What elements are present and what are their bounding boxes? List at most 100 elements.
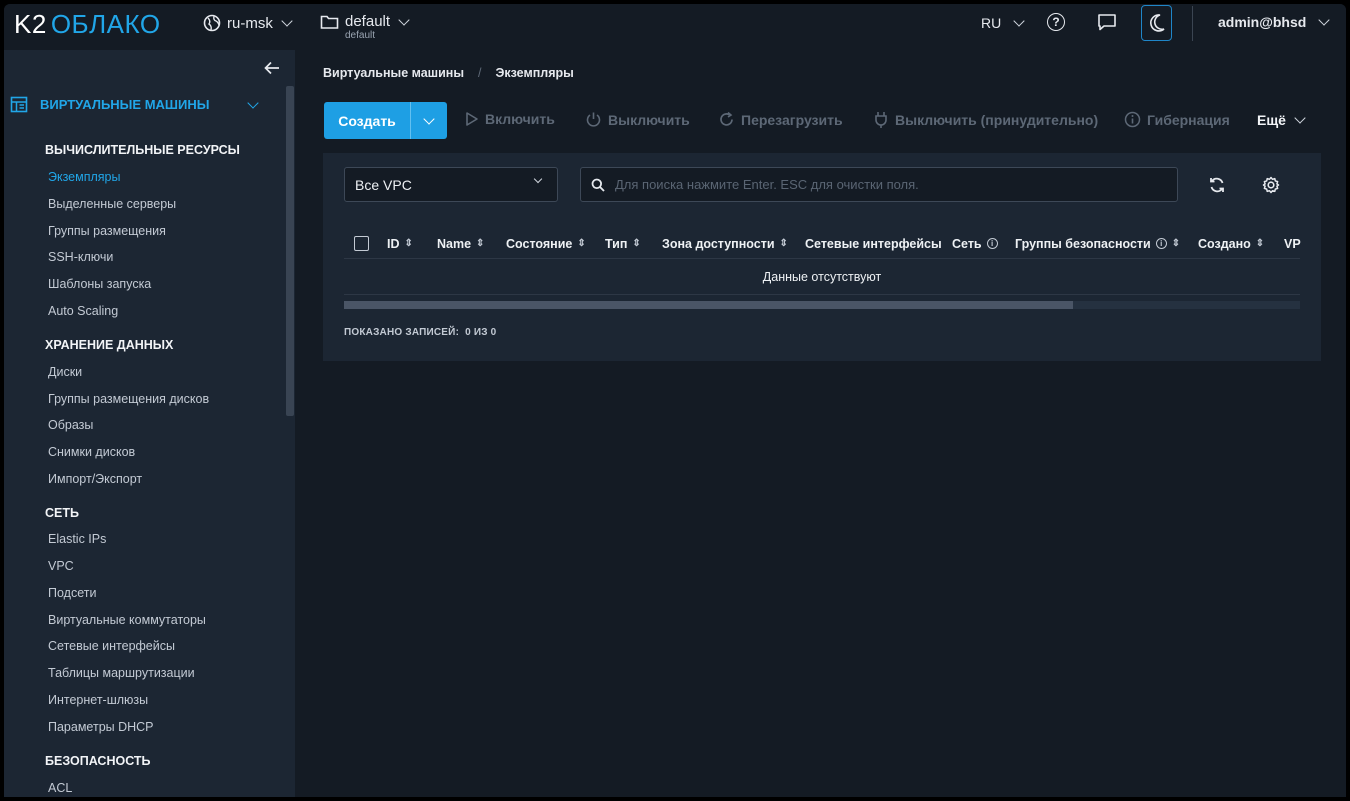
chevron-down-icon <box>281 15 293 27</box>
column-state[interactable]: Состояние ⇕ <box>506 237 586 251</box>
search-box[interactable] <box>580 167 1178 202</box>
column-vpc[interactable]: VP <box>1284 237 1301 251</box>
sort-icon: ⇕ <box>632 238 641 249</box>
sidebar-item-ssh-keys[interactable]: SSH-ключи <box>48 250 113 264</box>
region-selector[interactable]: ru-msk <box>203 14 293 32</box>
scrollbar-thumb[interactable] <box>344 301 1073 309</box>
column-id[interactable]: ID ⇕ <box>387 237 413 251</box>
search-icon <box>591 178 605 192</box>
sidebar-item-disk-placement-groups[interactable]: Группы размещения дисков <box>48 392 209 406</box>
create-dropdown-button[interactable] <box>411 112 447 125</box>
column-network-interfaces[interactable]: Сетевые интерфейсы <box>805 237 942 251</box>
help-button[interactable]: ? <box>1047 13 1065 31</box>
column-security-groups[interactable]: Группы безопасности i ⇕ <box>1015 237 1180 251</box>
chevron-down-icon <box>1294 112 1306 124</box>
column-type-label: Тип <box>605 236 628 251</box>
sidebar-item-launch-templates[interactable]: Шаблоны запуска <box>48 277 151 291</box>
sidebar-item-snapshots[interactable]: Снимки дисков <box>48 445 135 459</box>
sidebar-item-network-interfaces[interactable]: Сетевые интерфейсы <box>48 639 175 653</box>
column-zone[interactable]: Зона доступности ⇕ <box>662 237 788 251</box>
start-button-label: Включить <box>485 111 555 127</box>
theme-toggle-button[interactable] <box>1141 5 1172 41</box>
column-name[interactable]: Name ⇕ <box>437 237 484 251</box>
search-input[interactable] <box>615 177 1175 192</box>
sidebar-item-dhcp-options[interactable]: Параметры DHCP <box>48 720 154 734</box>
info-icon[interactable]: i <box>986 238 998 249</box>
create-button[interactable]: Создать <box>324 102 447 139</box>
breadcrumb-separator: / <box>478 66 482 80</box>
column-created-label: Создано <box>1198 236 1251 251</box>
column-type[interactable]: Тип ⇕ <box>605 237 641 251</box>
stop-button[interactable]: Выключить <box>585 111 690 128</box>
hibernate-button[interactable]: Гибернация <box>1124 111 1230 128</box>
records-count-value: 0 ИЗ 0 <box>465 327 497 338</box>
refresh-icon[interactable] <box>1207 175 1227 195</box>
select-all-checkbox[interactable] <box>354 236 369 251</box>
sidebar-item-vpc[interactable]: VPC <box>48 559 74 573</box>
info-icon[interactable]: i <box>1155 238 1167 249</box>
sidebar-section-title: ВИРТУАЛЬНЫЕ МАШИНЫ <box>40 97 210 112</box>
chat-button[interactable] <box>1097 13 1117 32</box>
column-security-groups-label: Группы безопасности <box>1015 236 1151 251</box>
sidebar-section-vm[interactable]: ВИРТУАЛЬНЫЕ МАШИНЫ <box>10 96 260 113</box>
project-label: default <box>345 13 391 30</box>
breadcrumb: Виртуальные машины / Экземпляры <box>323 66 574 80</box>
project-sublabel: default <box>345 30 376 41</box>
restart-button-label: Перезагрузить <box>741 111 843 128</box>
sidebar-item-import-export[interactable]: Импорт/Экспорт <box>48 472 142 486</box>
moon-icon <box>1149 14 1165 32</box>
sidebar-item-instances[interactable]: Экземпляры <box>48 170 121 184</box>
language-selector[interactable]: RU <box>981 15 1025 31</box>
breadcrumb-parent[interactable]: Виртуальные машины <box>323 66 464 80</box>
chevron-down-icon <box>247 96 260 109</box>
collapse-sidebar-icon[interactable] <box>263 60 281 76</box>
more-actions-button[interactable]: Ещё <box>1257 112 1306 128</box>
force-stop-button[interactable]: Выключить (принудительно) <box>873 111 1098 129</box>
column-name-label: Name <box>437 236 472 251</box>
settings-icon[interactable] <box>1261 175 1281 195</box>
sidebar: ВИРТУАЛЬНЫЕ МАШИНЫ ВЫЧИСЛИТЕЛЬНЫЕ РЕСУРС… <box>4 50 295 797</box>
start-button[interactable]: Включить <box>465 111 555 127</box>
restart-icon <box>720 111 733 126</box>
project-selector[interactable]: default <box>320 13 410 30</box>
sidebar-item-elastic-ips[interactable]: Elastic IPs <box>48 532 106 546</box>
column-network-interfaces-label: Сетевые интерфейсы <box>805 236 942 251</box>
records-count-label: ПОКАЗАНО ЗАПИСЕЙ: <box>344 327 460 338</box>
sidebar-item-acl[interactable]: ACL <box>48 781 72 795</box>
sidebar-item-placement-groups[interactable]: Группы размещения <box>48 224 166 238</box>
column-created[interactable]: Создано ⇕ <box>1198 237 1264 251</box>
plug-icon <box>875 112 887 128</box>
restart-button[interactable]: Перезагрузить <box>718 111 843 128</box>
user-menu[interactable]: admin@bhsd <box>1218 14 1330 30</box>
header-divider <box>1192 6 1193 41</box>
chevron-down-icon <box>1013 15 1025 27</box>
column-network[interactable]: Сеть i <box>952 237 998 251</box>
sort-icon: ⇕ <box>779 238 788 249</box>
sidebar-item-internet-gateways[interactable]: Интернет-шлюзы <box>48 693 148 707</box>
empty-state: Данные отсутствуют <box>344 260 1300 295</box>
logo[interactable]: K2 ОБЛАКО <box>14 9 161 40</box>
sidebar-group-compute: ВЫЧИСЛИТЕЛЬНЫЕ РЕСУРСЫ <box>45 143 240 157</box>
play-icon <box>466 112 478 126</box>
sidebar-item-virtual-switches[interactable]: Виртуальные коммутаторы <box>48 613 206 627</box>
sort-icon: ⇕ <box>1171 238 1181 249</box>
sidebar-item-auto-scaling[interactable]: Auto Scaling <box>48 304 118 318</box>
sidebar-scrollbar[interactable] <box>286 86 294 416</box>
records-count: ПОКАЗАНО ЗАПИСЕЙ: 0 ИЗ 0 <box>344 327 496 338</box>
sidebar-item-images[interactable]: Образы <box>48 418 93 432</box>
sidebar-item-dedicated-servers[interactable]: Выделенные серверы <box>48 197 176 211</box>
chat-icon <box>1098 14 1116 31</box>
table-header: ID ⇕ Name ⇕ Состояние ⇕ Тип ⇕ Зона доступнос… <box>344 229 1301 259</box>
table-horizontal-scrollbar[interactable] <box>344 301 1300 309</box>
force-stop-button-label: Выключить (принудительно) <box>895 112 1099 128</box>
sidebar-group-storage: ХРАНЕНИЕ ДАННЫХ <box>45 338 174 352</box>
folder-icon <box>320 15 339 29</box>
breadcrumb-current: Экземпляры <box>495 66 574 80</box>
more-actions-label: Ещё <box>1257 112 1286 128</box>
sidebar-item-disks[interactable]: Диски <box>48 365 82 379</box>
chevron-down-icon <box>533 174 543 184</box>
instances-panel: Все VPC ID ⇕ Name ⇕ Состояние ⇕ Тип ⇕ Зона д… <box>323 153 1321 361</box>
sidebar-item-subnets[interactable]: Подсети <box>48 586 96 600</box>
sidebar-item-route-tables[interactable]: Таблицы маршрутизации <box>48 666 195 680</box>
vpc-select[interactable]: Все VPC <box>344 167 558 202</box>
